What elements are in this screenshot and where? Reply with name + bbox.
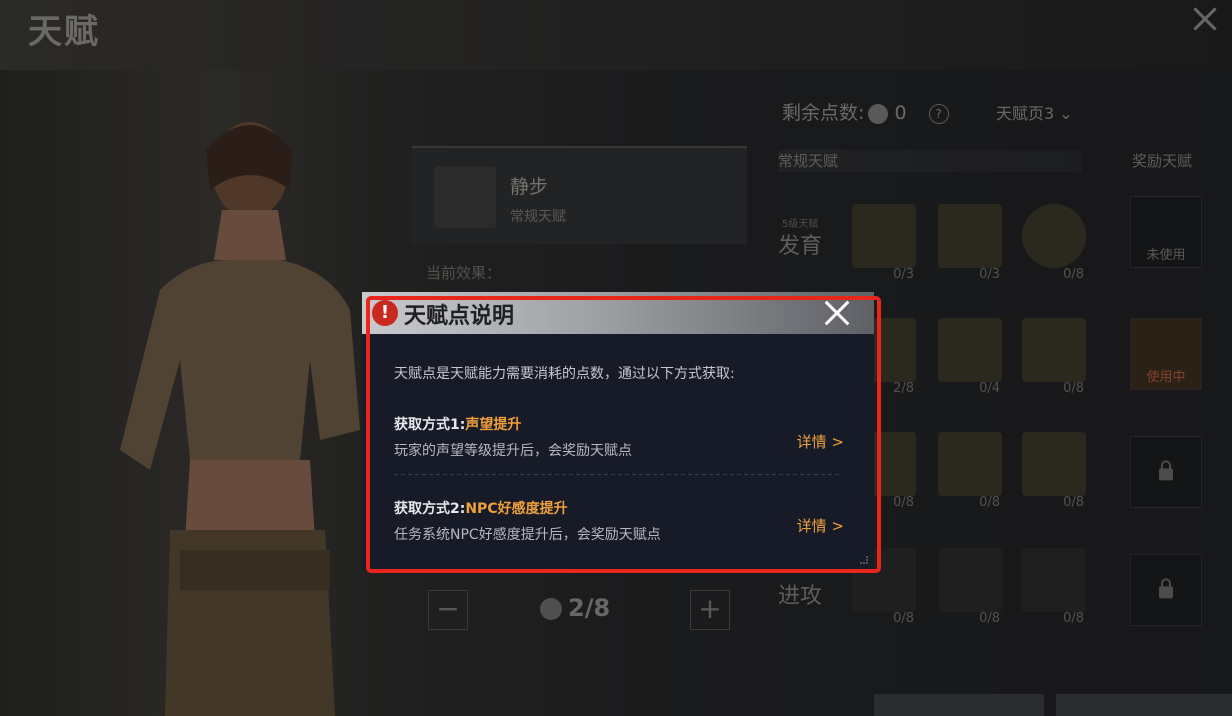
highlight-frame	[366, 296, 881, 573]
